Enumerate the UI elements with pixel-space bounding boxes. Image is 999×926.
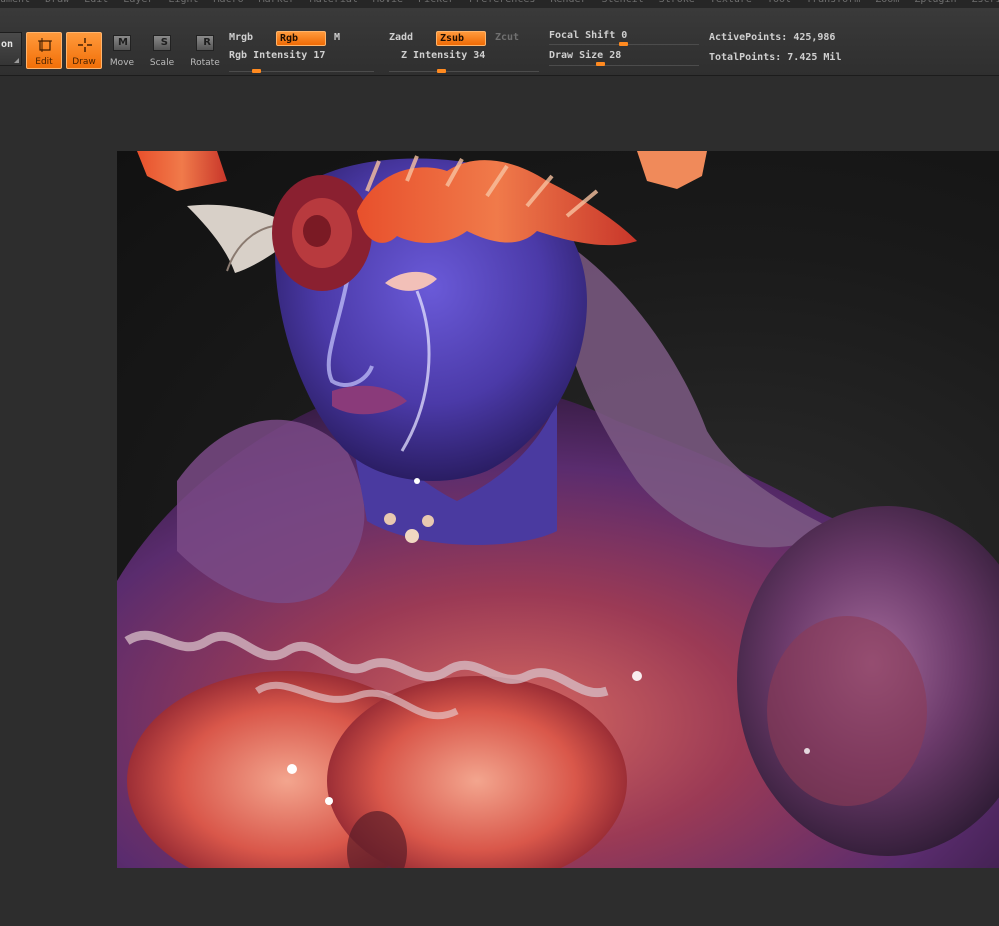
menu-item-zplugin[interactable]: Zplugin — [914, 0, 956, 5]
rgb-intensity-value: 17 — [313, 50, 326, 61]
corner-arrow-icon — [14, 58, 19, 63]
draw-button[interactable]: Draw — [66, 32, 102, 69]
menu-item-transform[interactable]: Transform — [806, 0, 860, 5]
zadd-button[interactable]: Zadd — [389, 32, 413, 43]
total-points-readout: TotalPoints: 7.425 Mil — [709, 52, 842, 63]
z-intensity-knob[interactable] — [437, 69, 446, 73]
rgb-intensity-knob[interactable] — [252, 69, 261, 73]
rotate-button[interactable]: R Rotate — [187, 32, 223, 69]
z-intensity-track — [389, 71, 539, 72]
rotate-label: Rotate — [190, 58, 220, 68]
rgb-intensity-track — [229, 71, 374, 72]
active-points-readout: ActivePoints: 425,986 — [709, 32, 836, 43]
draw-icon — [78, 38, 92, 52]
z-intensity-value: 34 — [473, 50, 486, 61]
menu-item-material[interactable]: Material — [310, 0, 358, 5]
menu-item-stencil[interactable]: Stencil — [602, 0, 644, 5]
edit-label: Edit — [35, 57, 53, 67]
draw-label: Draw — [72, 57, 96, 67]
scale-icon: S — [153, 35, 171, 51]
move-icon: M — [113, 35, 131, 51]
move-label: Move — [109, 58, 135, 68]
rotate-icon: R — [196, 35, 214, 51]
toggle-on-button[interactable]: on — [0, 32, 22, 66]
toggle-on-label: on — [1, 39, 14, 50]
sculpt-render — [117, 151, 999, 868]
menu-item-zoom[interactable]: Zoom — [875, 0, 899, 5]
menu-item-light[interactable]: Light — [168, 0, 198, 5]
top-shelf: on Edit Draw M Move S Scale R Rotate Mrg… — [0, 8, 999, 76]
edit-icon — [38, 38, 52, 52]
menu-item-zscript[interactable]: Zscript — [971, 0, 999, 5]
menu-item-stroke[interactable]: Stroke — [659, 0, 695, 5]
menu-item-preferences[interactable]: Preferences — [469, 0, 535, 5]
document-viewport[interactable] — [117, 151, 999, 868]
menu-item-texture[interactable]: Texture — [710, 0, 752, 5]
rgb-intensity-label: Rgb Intensity 17 — [229, 50, 326, 61]
draw-size-value: 28 — [609, 50, 622, 61]
menu-item-macro[interactable]: Macro — [214, 0, 244, 5]
menu-item-draw[interactable]: Draw — [45, 0, 69, 5]
zcut-button[interactable]: Zcut — [495, 32, 519, 43]
focal-shift-value: 0 — [621, 30, 628, 41]
z-intensity-label: Z Intensity 34 — [401, 50, 486, 61]
scale-label: Scale — [149, 58, 175, 68]
zsub-button[interactable]: Zsub — [436, 31, 486, 46]
menu-items: ument Draw Edit Layer Light Macro Marker Materi… — [0, 0, 999, 5]
focal-shift-knob[interactable] — [619, 42, 628, 46]
menu-item-edit[interactable]: Edit — [84, 0, 108, 5]
focal-shift-label: Focal Shift 0 — [549, 30, 628, 41]
total-points-value: 7.425 Mil — [787, 52, 842, 63]
menu-item-ument[interactable]: ument — [0, 0, 30, 5]
menu-item-layer[interactable]: Layer — [123, 0, 153, 5]
draw-size-knob[interactable] — [596, 62, 605, 66]
menu-item-render[interactable]: Render — [550, 0, 586, 5]
menu-item-picker[interactable]: Picker — [418, 0, 454, 5]
scale-button[interactable]: S Scale — [144, 32, 180, 69]
menu-item-tool[interactable]: Tool — [767, 0, 791, 5]
active-points-value: 425,986 — [793, 32, 836, 43]
rgb-button[interactable]: Rgb — [276, 31, 326, 46]
menu-item-movie[interactable]: Movie — [373, 0, 403, 5]
draw-size-track — [549, 65, 699, 66]
m-button[interactable]: M — [334, 32, 340, 43]
main-menu-bar: ument Draw Edit Layer Light Macro Marker Materi… — [0, 0, 999, 8]
edit-button[interactable]: Edit — [26, 32, 62, 69]
draw-size-label: Draw Size 28 — [549, 50, 622, 61]
menu-item-marker[interactable]: Marker — [259, 0, 295, 5]
move-button[interactable]: M Move — [104, 32, 140, 69]
mrgb-button[interactable]: Mrgb — [229, 32, 253, 43]
